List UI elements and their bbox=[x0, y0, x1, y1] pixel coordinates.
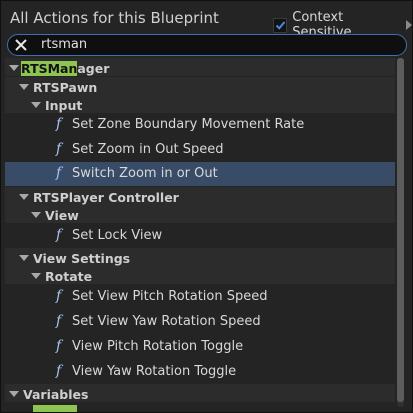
search-match-highlight bbox=[33, 405, 77, 412]
category-rtsmanager[interactable]: RTSManager bbox=[5, 58, 395, 76]
action-item-selected[interactable]: f Switch Zoom in or Out bbox=[5, 162, 395, 186]
panel-title: All Actions for this Blueprint bbox=[10, 9, 219, 27]
action-label: Set View Pitch Rotation Speed bbox=[72, 289, 268, 304]
category-label: Input bbox=[45, 98, 83, 113]
action-item[interactable]: f Set Lock View bbox=[5, 224, 395, 248]
header: All Actions for this Blueprint Context S… bbox=[1, 1, 412, 40]
collapse-arrow-icon[interactable] bbox=[31, 102, 41, 108]
scrollbar-thumb[interactable] bbox=[397, 58, 404, 402]
search-match-highlight: RTSMan bbox=[21, 61, 78, 76]
category-label: Rotate bbox=[45, 269, 93, 284]
action-item[interactable]: f View Pitch Rotation Toggle bbox=[5, 335, 395, 360]
context-sensitive-checkbox[interactable] bbox=[273, 17, 288, 33]
collapse-arrow-icon[interactable] bbox=[19, 84, 29, 90]
action-item[interactable]: f Set View Yaw Rotation Speed bbox=[5, 310, 395, 335]
category-rtspawn[interactable]: RTSPawn bbox=[5, 77, 395, 95]
action-label: View Pitch Rotation Toggle bbox=[72, 339, 244, 354]
action-label: Switch Zoom in or Out bbox=[72, 166, 218, 181]
search-box[interactable]: rtsman bbox=[7, 34, 407, 56]
expand-arrow-icon[interactable] bbox=[406, 20, 412, 30]
function-icon: f bbox=[56, 141, 62, 157]
category-rtsplayer-controller[interactable]: RTSPlayer Controller bbox=[5, 187, 395, 205]
search-input[interactable]: rtsman bbox=[41, 37, 87, 52]
action-label: Set Zone Boundary Movement Rate bbox=[72, 117, 305, 132]
function-icon: f bbox=[56, 227, 62, 243]
partially-visible-row bbox=[5, 403, 395, 412]
action-item[interactable]: f Set Zone Boundary Movement Rate bbox=[5, 113, 395, 138]
action-label: View Yaw Rotation Toggle bbox=[72, 364, 237, 379]
category-label: RTSPlayer Controller bbox=[33, 190, 179, 205]
collapse-arrow-icon[interactable] bbox=[9, 65, 19, 71]
collapse-arrow-icon[interactable] bbox=[9, 391, 19, 397]
category-variables[interactable]: Variables bbox=[5, 384, 395, 402]
function-icon: f bbox=[56, 165, 62, 181]
action-item[interactable]: f Set Zoom in Out Speed bbox=[5, 138, 395, 163]
category-rotate[interactable]: Rotate bbox=[5, 266, 395, 284]
function-icon: f bbox=[56, 363, 62, 379]
category-view[interactable]: View bbox=[5, 205, 395, 223]
action-tree: RTSManager RTSPawn Input f Set Zone Boun… bbox=[5, 58, 395, 412]
scrollbar-track[interactable] bbox=[397, 58, 404, 407]
action-menu-panel: All Actions for this Blueprint Context S… bbox=[0, 0, 413, 413]
category-label: View Settings bbox=[33, 251, 131, 266]
category-input[interactable]: Input bbox=[5, 95, 395, 113]
action-item[interactable]: f Set View Pitch Rotation Speed bbox=[5, 285, 395, 310]
function-icon: f bbox=[56, 338, 62, 354]
collapse-arrow-icon[interactable] bbox=[19, 255, 29, 261]
collapse-arrow-icon[interactable] bbox=[31, 273, 41, 279]
action-item[interactable]: f View Yaw Rotation Toggle bbox=[5, 360, 395, 385]
action-label: Set Zoom in Out Speed bbox=[72, 142, 224, 157]
category-label: View bbox=[45, 208, 79, 223]
collapse-arrow-icon[interactable] bbox=[31, 212, 41, 218]
function-icon: f bbox=[56, 116, 62, 132]
action-label: Set Lock View bbox=[72, 228, 163, 243]
collapse-arrow-icon[interactable] bbox=[19, 194, 29, 200]
category-label: Variables bbox=[23, 387, 89, 402]
category-view-settings[interactable]: View Settings bbox=[5, 248, 395, 266]
function-icon: f bbox=[56, 288, 62, 304]
function-icon: f bbox=[56, 313, 62, 329]
checkmark-icon bbox=[275, 20, 286, 30]
action-label: Set View Yaw Rotation Speed bbox=[72, 314, 261, 329]
category-label: RTSPawn bbox=[33, 80, 98, 95]
clear-search-icon[interactable] bbox=[14, 38, 28, 52]
category-label-rest: ager bbox=[77, 61, 110, 76]
